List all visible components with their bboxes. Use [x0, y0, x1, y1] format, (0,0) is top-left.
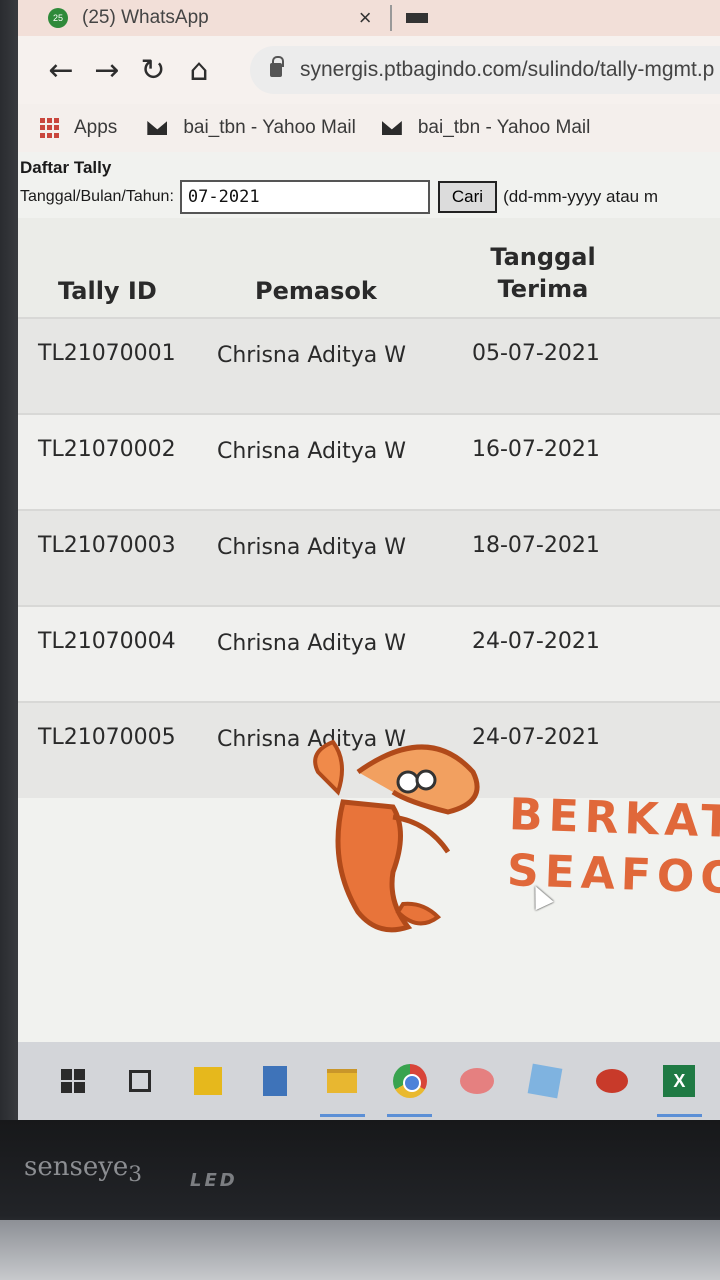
chrome-button[interactable]	[383, 1053, 436, 1117]
cell-action-link[interactable]: D	[638, 605, 720, 702]
tab-separator	[389, 5, 392, 31]
cell-action-link[interactable]: D	[638, 509, 720, 606]
tab-favicon[interactable]	[405, 13, 428, 23]
whatsapp-icon: 25	[48, 8, 68, 28]
sticky-notes-button[interactable]	[181, 1053, 234, 1109]
tally-table: Tally ID Pemasok Tanggal Terima TL210700…	[18, 218, 720, 798]
berkat-seafood-logo: BERKAT SEAFOOD	[298, 732, 720, 942]
cell-tally-id: TL21070005	[18, 701, 213, 798]
desk-surface	[0, 1220, 720, 1280]
brand-name: senseye	[24, 1152, 129, 1182]
cell-supplier: Chrisna Aditya W	[213, 509, 448, 606]
monitor-screen: 25 (25) WhatsApp × ← → ↻ ⌂ synergis.ptba…	[18, 0, 720, 1120]
cell-date: 16-07-2021	[448, 413, 638, 510]
mail-icon	[381, 121, 402, 135]
close-tab-icon[interactable]: ×	[359, 5, 372, 31]
header-supplier[interactable]: Pemasok	[213, 218, 448, 318]
shrimp-app-button[interactable]	[450, 1053, 503, 1109]
cell-tally-id: TL21070002	[18, 413, 213, 510]
excel-button[interactable]: X	[653, 1053, 706, 1117]
lock-icon	[270, 56, 284, 77]
excel-icon: X	[663, 1065, 696, 1097]
crab-app-button[interactable]	[585, 1053, 638, 1109]
header-action	[638, 218, 720, 318]
table-header-row: Tally ID Pemasok Tanggal Terima	[18, 218, 720, 318]
cell-supplier: Chrisna Aditya W	[213, 317, 448, 414]
cell-supplier: Chrisna Aditya W	[213, 605, 448, 702]
windows-taskbar: X	[18, 1042, 720, 1120]
cell-tally-id: TL21070004	[18, 605, 213, 702]
tab-badge: 25	[52, 13, 63, 23]
monitor-led-label: LED	[190, 1170, 238, 1191]
cube-app-icon	[527, 1063, 562, 1099]
cell-tally-id: TL21070001	[18, 317, 213, 414]
cell-date: 18-07-2021	[448, 509, 638, 606]
search-button[interactable]: Cari	[437, 181, 498, 213]
browser-toolbar: ← → ↻ ⌂ synergis.ptbagindo.com/sulindo/t…	[18, 36, 720, 104]
search-area: Daftar Tally Tanggal/Bulan/Tahun: Cari (…	[18, 152, 720, 214]
page-title: Daftar Tally	[20, 158, 112, 177]
shrimp-app-icon	[460, 1068, 495, 1094]
file-explorer-icon	[327, 1069, 358, 1093]
monitor-brand: senseye3	[24, 1152, 142, 1187]
bookmarks-bar: Apps bai_tbn - Yahoo Mail bai_tbn - Yaho…	[18, 104, 720, 152]
cell-date: 24-07-2021	[448, 605, 638, 702]
mail-icon	[147, 121, 168, 135]
start-button[interactable]	[46, 1053, 99, 1109]
chrome-icon	[392, 1064, 427, 1098]
task-view-icon	[129, 1070, 152, 1092]
brand-suffix: 3	[128, 1162, 143, 1188]
filter-label: Tanggal/Bulan/Tahun:	[20, 188, 174, 205]
table-row[interactable]: TL21070002 Chrisna Aditya W 16-07-2021 I	[18, 413, 720, 510]
file-explorer-button[interactable]	[316, 1053, 369, 1117]
shrimp-mascot-icon	[313, 739, 480, 933]
date-filter-input[interactable]	[179, 180, 430, 214]
logo-line-1: BERKAT	[508, 789, 720, 849]
apps-grid-icon	[40, 118, 60, 138]
forward-arrow-icon[interactable]: →	[84, 50, 130, 90]
address-bar[interactable]: synergis.ptbagindo.com/sulindo/tally-mgm…	[250, 46, 720, 94]
cube-app-button[interactable]	[518, 1053, 571, 1109]
header-tally-id[interactable]: Tally ID	[18, 218, 213, 318]
date-format-hint: (dd-mm-yyyy atau m	[503, 187, 658, 206]
cell-action-link[interactable]	[638, 317, 720, 414]
cell-supplier: Chrisna Aditya W	[213, 413, 448, 510]
back-arrow-icon[interactable]: ←	[38, 50, 84, 90]
bookmark-yahoo-mail-2[interactable]: bai_tbn - Yahoo Mail	[381, 117, 591, 139]
table-row[interactable]: TL21070003 Chrisna Aditya W 18-07-2021 D	[18, 509, 720, 606]
bookmark-label: bai_tbn - Yahoo Mail	[183, 117, 356, 138]
tab-title[interactable]: (25) WhatsApp	[82, 7, 209, 29]
table-row[interactable]: TL21070001 Chrisna Aditya W 05-07-2021	[18, 317, 720, 414]
table-row[interactable]: TL21070004 Chrisna Aditya W 24-07-2021 D	[18, 605, 720, 702]
home-icon[interactable]: ⌂	[176, 50, 222, 90]
bookmark-yahoo-mail-1[interactable]: bai_tbn - Yahoo Mail	[147, 117, 356, 139]
bookmark-label: Apps	[74, 117, 118, 138]
windows-start-icon	[60, 1069, 85, 1093]
cell-tally-id: TL21070003	[18, 509, 213, 606]
url-text: synergis.ptbagindo.com/sulindo/tally-mgm…	[300, 58, 715, 81]
cell-date: 05-07-2021	[448, 317, 638, 414]
sticky-notes-icon	[193, 1067, 222, 1095]
page-content: Daftar Tally Tanggal/Bulan/Tahun: Cari (…	[18, 152, 720, 1052]
task-view-button[interactable]	[113, 1053, 166, 1109]
calculator-icon	[262, 1066, 287, 1096]
header-received-date[interactable]: Tanggal Terima	[448, 218, 638, 318]
calculator-button[interactable]	[248, 1053, 301, 1109]
bookmark-apps[interactable]: Apps	[40, 117, 117, 139]
browser-tab-bar: 25 (25) WhatsApp ×	[18, 0, 720, 36]
reload-icon[interactable]: ↻	[130, 50, 176, 90]
search-row: Tanggal/Bulan/Tahun: Cari (dd-mm-yyyy at…	[20, 180, 720, 214]
cell-action-link[interactable]: I	[638, 413, 720, 510]
crab-app-icon	[595, 1069, 628, 1093]
bookmark-label: bai_tbn - Yahoo Mail	[417, 117, 591, 138]
